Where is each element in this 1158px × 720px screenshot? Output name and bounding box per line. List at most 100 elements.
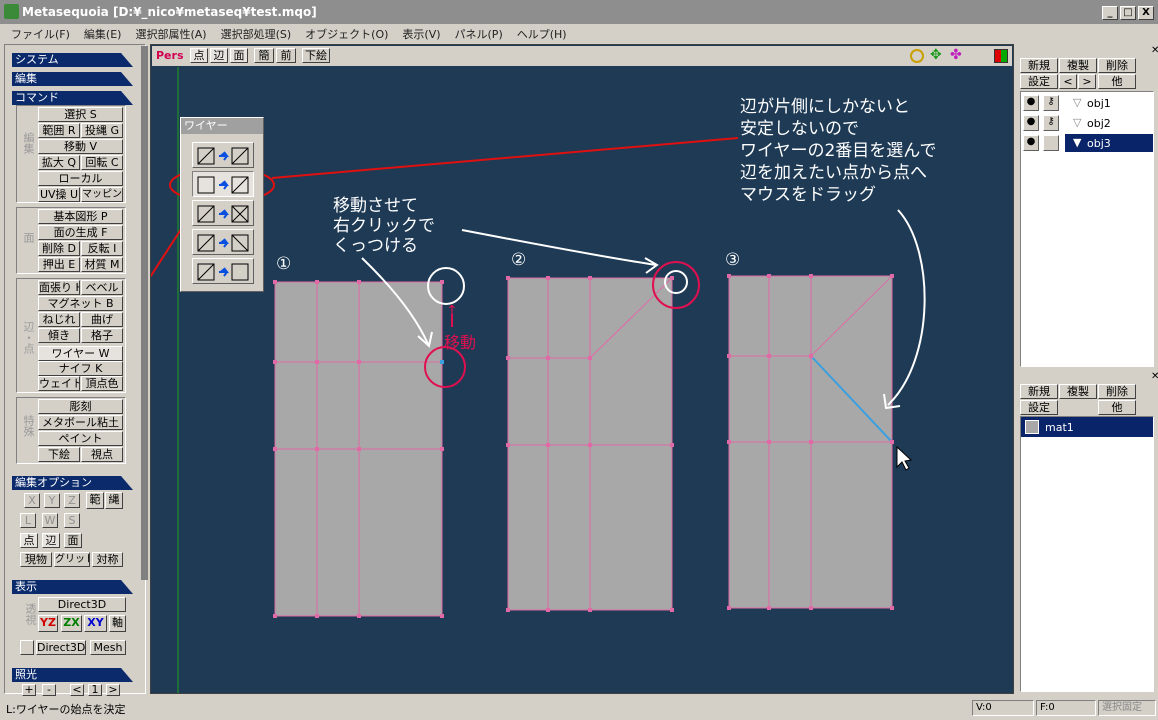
mat-settings-button[interactable]: 設定 — [1020, 400, 1058, 415]
mat-duplicate-button[interactable]: 複製 — [1059, 384, 1097, 399]
opt-s[interactable]: S — [64, 513, 80, 528]
cmd-scale[interactable]: 拡大 Q — [38, 155, 80, 170]
cmd-vertex-color[interactable]: 頂点色 — [81, 376, 123, 391]
lock-key-icon[interactable]: ⚷ — [1043, 115, 1059, 131]
menu-edit[interactable]: 編集(E) — [77, 26, 129, 42]
cmd-sculpt[interactable]: 彫刻 — [38, 399, 123, 414]
cmd-face-create[interactable]: 面の生成 F — [38, 225, 123, 240]
menu-help[interactable]: ヘルプ(H) — [510, 26, 574, 42]
cmd-primitive[interactable]: 基本図形 P — [38, 209, 123, 224]
opt-vertex[interactable]: 点 — [20, 533, 38, 548]
display-mesh[interactable]: Mesh — [90, 640, 126, 655]
selection-lock[interactable]: 選択固定 — [1098, 700, 1156, 716]
collapse-arrow-icon[interactable]: ▽ — [1073, 116, 1081, 129]
pan-icon[interactable]: ✥ — [930, 48, 942, 62]
head-edit[interactable]: 編集 — [12, 72, 133, 86]
lock-empty-icon[interactable] — [1043, 135, 1059, 151]
display-xy[interactable]: XY — [84, 615, 107, 632]
cmd-delete[interactable]: 削除 D — [38, 241, 80, 256]
light-plus[interactable]: + — [22, 684, 36, 696]
opt-lasso[interactable]: 縄 — [105, 492, 123, 509]
cmd-wire[interactable]: ワイヤー W — [38, 346, 123, 361]
cmd-rotate[interactable]: 回転 C — [81, 155, 123, 170]
cmd-flip[interactable]: 反転 I — [81, 241, 123, 256]
wire-option-2[interactable] — [192, 171, 254, 197]
visible-eye-icon[interactable]: ● — [1023, 135, 1039, 151]
wire-panel-title[interactable]: ワイヤー — [181, 118, 263, 134]
head-edit-option[interactable]: 編集オプション — [12, 476, 133, 490]
visible-eye-icon[interactable]: ● — [1023, 95, 1039, 111]
display-direct3d[interactable]: Direct3D — [38, 597, 126, 612]
mat-delete-button[interactable]: 削除 — [1098, 384, 1136, 399]
obj-new-button[interactable]: 新規 — [1020, 58, 1058, 73]
cmd-material[interactable]: 材質 M — [81, 257, 123, 272]
cmd-paint[interactable]: ペイント — [38, 431, 123, 446]
cmd-twist[interactable]: ねじれ — [38, 312, 80, 327]
cmd-magnet[interactable]: マグネット B — [38, 296, 123, 311]
expand-arrow-icon[interactable]: ▼ — [1073, 136, 1081, 149]
cmd-move[interactable]: 移動 V — [38, 139, 123, 154]
opt-edge[interactable]: 辺 — [42, 533, 60, 548]
menu-panel[interactable]: パネル(P) — [448, 26, 510, 42]
cmd-lattice[interactable]: 格子 — [81, 328, 123, 343]
cmd-knife[interactable]: ナイフ K — [38, 361, 123, 376]
menu-file[interactable]: ファイル(F) — [4, 26, 77, 42]
cmd-lasso[interactable]: 投縄 G — [81, 123, 123, 138]
vt-simple[interactable]: 簡 — [254, 48, 274, 63]
cmd-bevel[interactable]: ベベル — [81, 280, 123, 295]
obj-up-button[interactable]: < — [1059, 74, 1077, 89]
object-row[interactable]: ● ⚷ ▽ obj1 — [1021, 94, 1153, 112]
menu-selection-proc[interactable]: 選択部処理(S) — [214, 26, 299, 42]
cmd-mapping[interactable]: マッピング — [81, 187, 123, 202]
display-axis[interactable]: 軸 — [109, 615, 126, 632]
scrollbar-thumb[interactable] — [142, 46, 148, 580]
display-direct3d-2[interactable]: Direct3D — [36, 640, 86, 655]
visible-eye-icon[interactable]: ● — [1023, 115, 1039, 131]
head-display[interactable]: 表示 — [12, 580, 133, 594]
obj-settings-button[interactable]: 設定 — [1020, 74, 1058, 89]
display-yz[interactable]: YZ — [38, 615, 58, 632]
cmd-weight[interactable]: ウェイト — [38, 376, 80, 391]
head-system[interactable]: システム — [12, 53, 133, 67]
display-toggle[interactable] — [20, 640, 34, 655]
opt-l[interactable]: L — [20, 513, 36, 528]
vt-underlay[interactable]: 下絵 — [302, 48, 330, 63]
cmd-range[interactable]: 範囲 R — [38, 123, 80, 138]
opt-symmetry[interactable]: 対称 — [92, 552, 123, 567]
wire-option-1[interactable] — [192, 142, 254, 168]
object-row[interactable]: ● ▼ obj3 — [1021, 134, 1153, 152]
opt-face[interactable]: 面 — [64, 533, 82, 548]
minimize-button[interactable]: _ — [1102, 6, 1118, 20]
light-next[interactable]: > — [106, 684, 120, 696]
opt-z[interactable]: Z — [64, 493, 80, 508]
material-row[interactable]: mat1 — [1021, 417, 1153, 437]
obj-duplicate-button[interactable]: 複製 — [1059, 58, 1097, 73]
maximize-button[interactable]: □ — [1120, 6, 1136, 20]
cmd-local[interactable]: ローカル — [38, 171, 123, 186]
wire-option-3[interactable] — [192, 200, 254, 226]
wire-option-4[interactable] — [192, 229, 254, 255]
mat-other-button[interactable]: 他 — [1098, 400, 1136, 415]
cmd-uv[interactable]: UV操 U — [38, 187, 80, 202]
cmd-tilt[interactable]: 傾き — [38, 328, 80, 343]
obj-other-button[interactable]: 他 — [1098, 74, 1136, 89]
opt-grid[interactable]: グリッド — [54, 552, 90, 567]
cmd-metaball[interactable]: メタボール粘土 — [38, 415, 123, 430]
view-mode-pers[interactable]: Pers — [156, 49, 184, 62]
head-light[interactable]: 照光 — [12, 668, 133, 682]
head-command[interactable]: コマンド — [12, 91, 133, 105]
cmd-fill[interactable]: 面張り H — [38, 280, 80, 295]
menu-selection-attr[interactable]: 選択部属性(A) — [128, 26, 213, 42]
vt-front[interactable]: 前 — [276, 48, 296, 63]
obj-delete-button[interactable]: 削除 — [1098, 58, 1136, 73]
cmd-select[interactable]: 選択 S — [38, 107, 123, 122]
collapse-arrow-icon[interactable]: ▽ — [1073, 96, 1081, 109]
quad-view-icon[interactable] — [994, 49, 1008, 63]
wire-option-5[interactable] — [192, 258, 254, 284]
object-row[interactable]: ● ⚷ ▽ obj2 — [1021, 114, 1153, 132]
zoom-icon[interactable] — [910, 49, 924, 63]
menu-object[interactable]: オブジェクト(O) — [298, 26, 395, 42]
light-value[interactable]: 1 — [88, 684, 102, 696]
rotate-icon[interactable]: ✤ — [950, 48, 962, 62]
mat-new-button[interactable]: 新規 — [1020, 384, 1058, 399]
